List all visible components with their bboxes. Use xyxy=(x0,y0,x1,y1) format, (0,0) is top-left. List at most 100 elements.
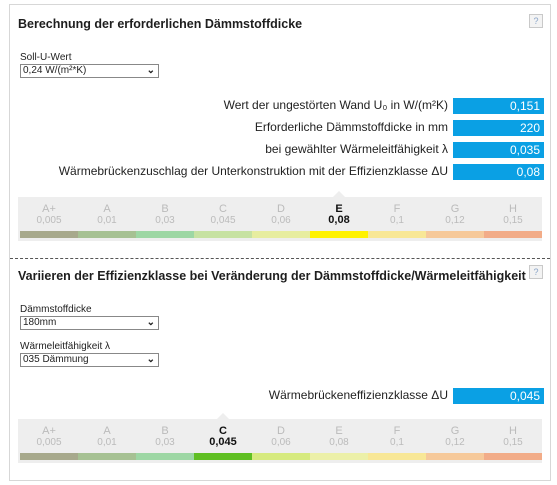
class-value: 0,08 xyxy=(329,437,349,448)
help-icon[interactable]: ? xyxy=(529,14,543,28)
class-value: 0,045 xyxy=(210,215,236,226)
class-color-bar xyxy=(484,231,542,238)
row-value-lambda: 0,035 xyxy=(453,142,544,158)
class-value: 0,1 xyxy=(390,437,404,448)
row-value-delta-u: 0,08 xyxy=(453,164,544,180)
class-color-bar xyxy=(426,231,484,238)
conductivity-select[interactable]: 035 Dämmung ⌄ xyxy=(20,353,159,367)
class-letter: A+ xyxy=(42,425,56,437)
class-c: C 0,045 xyxy=(194,419,252,460)
class-color-bar xyxy=(310,453,368,460)
class-value: 0,15 xyxy=(503,437,523,448)
chevron-down-icon: ⌄ xyxy=(146,354,155,365)
class-letter: D xyxy=(277,203,285,215)
class-f: F 0,1 xyxy=(368,197,426,238)
class-color-bar xyxy=(310,231,368,238)
class-color-bar xyxy=(484,453,542,460)
thickness-select[interactable]: 180mm ⌄ xyxy=(20,316,159,330)
section1-title: Berechnung der erforderlichen Dämmstoffd… xyxy=(18,17,303,31)
soll-u-select-value: 0,24 W/(m²*K) xyxy=(23,65,87,76)
soll-u-select[interactable]: 0,24 W/(m²*K) ⌄ xyxy=(20,64,159,78)
class-value: 0,06 xyxy=(271,437,291,448)
section2-title: Variieren der Effizienzklasse bei Veränd… xyxy=(18,269,526,283)
section-divider xyxy=(10,258,550,259)
help-icon[interactable]: ? xyxy=(529,265,543,279)
efficiency-scale-2: A+ 0,005 A 0,01 B 0,03 C 0,045 D 0,06 E 0,08 F 0,1 G 0,… xyxy=(18,413,542,463)
class-b: B 0,03 xyxy=(136,419,194,460)
class-b: B 0,03 xyxy=(136,197,194,238)
chevron-down-icon: ⌄ xyxy=(146,317,155,328)
class-c: C 0,045 xyxy=(194,197,252,238)
class-a: A 0,01 xyxy=(78,197,136,238)
class-color-bar xyxy=(20,231,78,238)
class-letter: F xyxy=(393,203,401,215)
class-value: 0,15 xyxy=(503,215,523,226)
soll-u-label: Soll-U-Wert xyxy=(20,52,72,63)
class-f: F 0,1 xyxy=(368,419,426,460)
class-h: H 0,15 xyxy=(484,419,542,460)
class-value: 0,12 xyxy=(445,215,465,226)
class-color-bar xyxy=(78,453,136,460)
class-value: 0,03 xyxy=(155,215,175,226)
thickness-select-value: 180mm xyxy=(23,317,57,328)
class-value: 0,1 xyxy=(390,215,404,226)
calculator-panel: Berechnung der erforderlichen Dämmstoffd… xyxy=(9,4,551,481)
row-label-thickness: Erforderliche Dämmstoffdicke in mm xyxy=(254,120,448,134)
class-d: D 0,06 xyxy=(252,197,310,238)
row-label-delta-u: Wärmebrückenzuschlag der Unterkonstrukti… xyxy=(58,164,448,178)
result-value: 0,045 xyxy=(453,388,544,404)
class-value: 0,08 xyxy=(328,214,350,226)
class-color-bar xyxy=(194,453,252,460)
row-label-lambda: bei gewählter Wärmeleitfähigkeit λ xyxy=(265,142,448,156)
thickness-label: Dämmstoffdicke xyxy=(20,304,92,315)
class-color-bar xyxy=(136,453,194,460)
row-label-u0: Wert der ungestörten Wand U₀ in W/(m²K) xyxy=(223,98,448,112)
class-letter: G xyxy=(450,203,460,215)
result-label: Wärmebrückeneffizienzklasse ΔU xyxy=(268,388,448,402)
conductivity-label: Wärmeleitfähigkeit λ xyxy=(20,341,111,352)
class-letter: F xyxy=(393,425,401,437)
class-color-bar xyxy=(252,231,310,238)
class-color-bar xyxy=(194,231,252,238)
class-color-bar xyxy=(20,453,78,460)
class-value: 0,01 xyxy=(97,437,117,448)
class-color-bar xyxy=(252,453,310,460)
active-class-pointer xyxy=(217,413,229,419)
class-g: G 0,12 xyxy=(426,419,484,460)
class-g: G 0,12 xyxy=(426,197,484,238)
class-letter: A+ xyxy=(42,203,56,215)
efficiency-scale-1: A+ 0,005 A 0,01 B 0,03 C 0,045 D 0,06 E 0,08 F 0,1 G 0,… xyxy=(18,191,542,241)
class-letter: C xyxy=(219,203,227,215)
class-color-bar xyxy=(426,453,484,460)
class-letter: A xyxy=(103,203,111,215)
class-letter: E xyxy=(335,425,343,437)
class-value: 0,005 xyxy=(36,437,62,448)
chevron-down-icon: ⌄ xyxy=(146,65,155,76)
class-letter: H xyxy=(509,203,517,215)
class-a: A 0,01 xyxy=(78,419,136,460)
class-d: D 0,06 xyxy=(252,419,310,460)
class-color-bar xyxy=(136,231,194,238)
class-letter: H xyxy=(509,425,517,437)
active-class-pointer xyxy=(333,191,345,197)
class-color-bar xyxy=(368,453,426,460)
class-value: 0,045 xyxy=(209,436,237,448)
class-letter: G xyxy=(450,425,460,437)
class-a-plus: A+ 0,005 xyxy=(20,419,78,460)
class-h: H 0,15 xyxy=(484,197,542,238)
class-letter: A xyxy=(103,425,111,437)
row-value-u0: 0,151 xyxy=(453,98,544,114)
class-value: 0,005 xyxy=(36,215,62,226)
class-value: 0,01 xyxy=(97,215,117,226)
class-letter: B xyxy=(161,203,169,215)
class-color-bar xyxy=(78,231,136,238)
conductivity-select-value: 035 Dämmung xyxy=(23,354,89,365)
class-color-bar xyxy=(368,231,426,238)
class-letter: B xyxy=(161,425,169,437)
class-a-plus: A+ 0,005 xyxy=(20,197,78,238)
row-value-thickness: 220 xyxy=(453,120,544,136)
class-e: E 0,08 xyxy=(310,419,368,460)
class-e: E 0,08 xyxy=(310,197,368,238)
class-value: 0,12 xyxy=(445,437,465,448)
class-letter: D xyxy=(277,425,285,437)
